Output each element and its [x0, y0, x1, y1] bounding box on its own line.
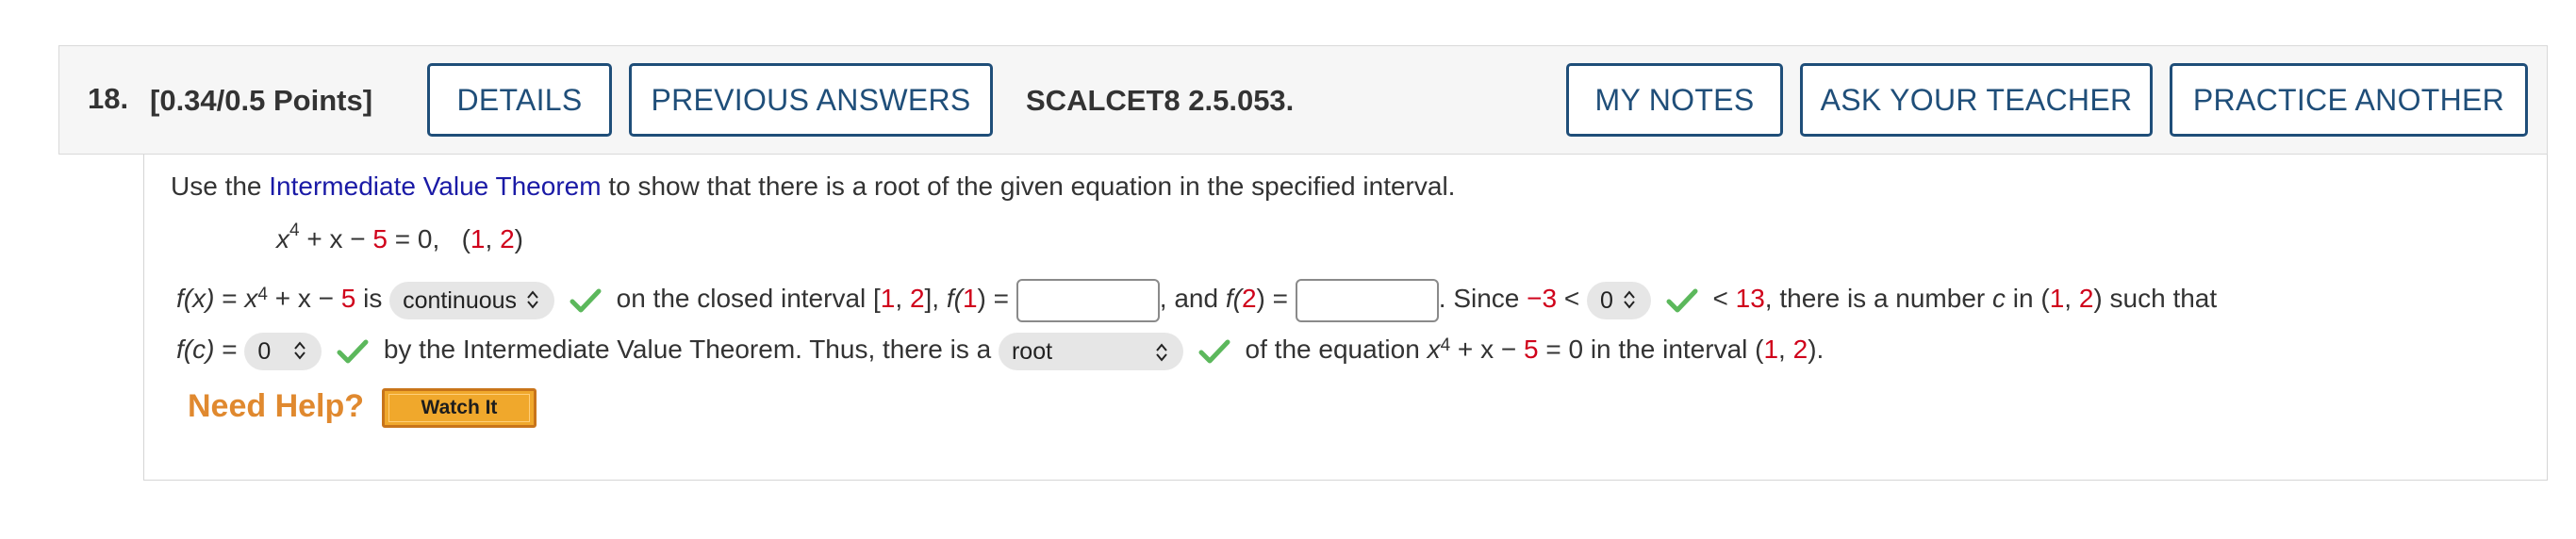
- correct-check-icon: [1198, 339, 1230, 364]
- ivt-value-select[interactable]: 0: [1587, 281, 1651, 319]
- correct-check-icon: [1666, 288, 1698, 313]
- correct-check-icon: [337, 339, 369, 364]
- ivt-link[interactable]: Intermediate Value Theorem: [269, 172, 601, 201]
- given-equation: x4 + x − 5 = 0, (1, 2): [276, 220, 523, 253]
- fc-value-select[interactable]: 0: [244, 332, 322, 370]
- ask-your-teacher-button[interactable]: ASK YOUR TEACHER: [1800, 63, 2153, 137]
- correct-check-icon: [570, 288, 602, 313]
- problem-code: SCALCET8 2.5.053.: [1026, 84, 1295, 117]
- question-header: 18. [0.34/0.5 Points] DETAILS PREVIOUS A…: [58, 45, 2548, 155]
- practice-another-button[interactable]: PRACTICE ANOTHER: [2170, 63, 2528, 137]
- answer-line-2: f(c) = 0 by the Intermediate Value Theor…: [176, 324, 1824, 375]
- select-arrows-icon: [1624, 290, 1635, 309]
- answer-line-1: f(x) = x4 + x − 5 is continuous on the c…: [176, 271, 2217, 326]
- question-number: 18.: [88, 82, 129, 115]
- f2-answer-input[interactable]: [1295, 278, 1439, 322]
- my-notes-button[interactable]: MY NOTES: [1566, 63, 1783, 137]
- question-body: Use the Intermediate Value Theorem to sh…: [143, 155, 2548, 481]
- select-arrows-icon: [294, 341, 306, 360]
- select-arrows-icon: [1156, 343, 1167, 362]
- f1-answer-input[interactable]: [1016, 278, 1160, 322]
- points-score: [0.34/0.5 Points]: [150, 84, 373, 117]
- root-select[interactable]: root: [998, 332, 1183, 370]
- previous-answers-button[interactable]: PREVIOUS ANSWERS: [629, 63, 993, 137]
- continuity-select[interactable]: continuous: [389, 281, 555, 319]
- prompt-text: Use the Intermediate Value Theorem to sh…: [171, 172, 1456, 201]
- watch-it-label: Watch It: [388, 394, 530, 422]
- details-button[interactable]: DETAILS: [427, 63, 612, 137]
- need-help-label: Need Help?: [188, 388, 365, 424]
- watch-it-button[interactable]: Watch It: [382, 388, 537, 428]
- select-arrows-icon: [527, 290, 538, 309]
